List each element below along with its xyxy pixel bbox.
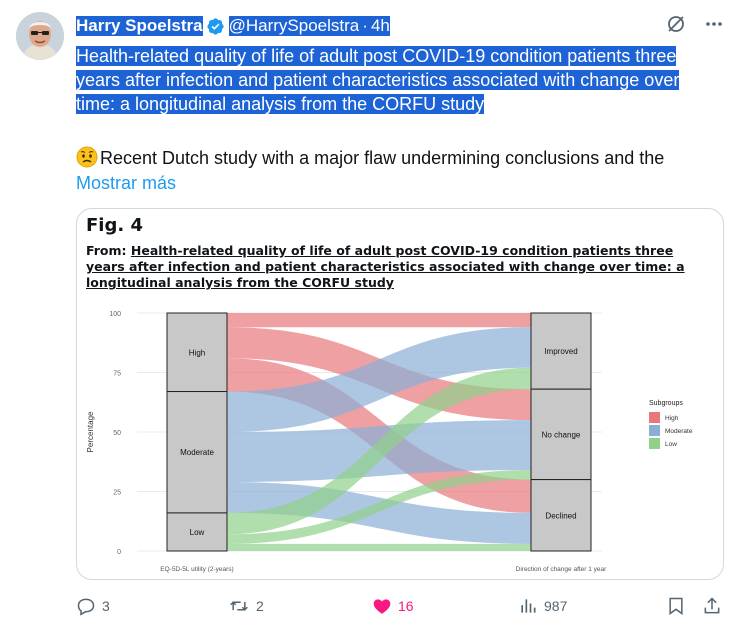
legend-swatch bbox=[649, 438, 660, 449]
y-axis-label: Percentage bbox=[86, 411, 95, 452]
legend-label: Moderate bbox=[665, 428, 693, 435]
left-stratum-label: High bbox=[189, 348, 205, 357]
y-tick-label: 100 bbox=[109, 311, 121, 318]
views-button[interactable]: 987 bbox=[518, 596, 567, 616]
show-more-link[interactable]: Mostrar más bbox=[76, 171, 176, 195]
tweet-title-text: Health-related quality of life of adult … bbox=[76, 46, 680, 114]
y-tick-label: 0 bbox=[117, 549, 121, 556]
verified-badge-icon bbox=[206, 17, 225, 36]
share-icon bbox=[704, 597, 720, 614]
like-button[interactable]: 16 bbox=[372, 596, 414, 616]
alluvial-chart: 100 75 50 25 0 Percentage High Moderate Low Impro… bbox=[86, 311, 693, 573]
x-right-label: Direction of change after 1 year bbox=[516, 566, 608, 573]
figure-label: Fig. 4 bbox=[86, 215, 143, 236]
right-stratum-label: No change bbox=[542, 430, 581, 439]
figure-card[interactable]: Fig. 4 From: Health-related quality of l… bbox=[76, 208, 724, 580]
reply-button[interactable]: 3 bbox=[76, 596, 110, 616]
right-stratum-label: Declined bbox=[545, 511, 576, 520]
y-tick-label: 25 bbox=[113, 490, 121, 497]
retweet-count: 2 bbox=[256, 598, 264, 614]
worried-face-emoji bbox=[76, 146, 98, 168]
more-icon[interactable] bbox=[704, 14, 724, 39]
reply-count: 3 bbox=[102, 598, 110, 614]
tweet-body: Recent Dutch study with a major flaw und… bbox=[100, 148, 665, 168]
left-stratum-label: Moderate bbox=[180, 448, 214, 457]
reply-icon bbox=[77, 598, 95, 616]
separator-dot: · bbox=[359, 16, 371, 36]
tweet-header: Harry Spoelstra @HarrySpoelstra · 4h bbox=[76, 14, 390, 38]
bookmark-button[interactable] bbox=[666, 596, 686, 616]
legend-swatch bbox=[649, 425, 660, 436]
tweet-actions: 3 2 16 987 bbox=[76, 596, 724, 620]
legend-swatch bbox=[649, 412, 660, 423]
grok-icon[interactable] bbox=[666, 14, 686, 39]
legend-label: High bbox=[665, 415, 679, 422]
retweet-button[interactable]: 2 bbox=[228, 596, 264, 616]
figure-title: From: Health-related quality of life of … bbox=[86, 243, 685, 290]
x-left-label: EQ-5D-5L utility (2-years) bbox=[160, 566, 233, 573]
timestamp[interactable]: 4h bbox=[370, 16, 390, 36]
views-icon bbox=[521, 599, 536, 613]
share-button[interactable] bbox=[702, 596, 722, 616]
flow-band bbox=[227, 543, 531, 551]
legend-label: Low bbox=[665, 441, 677, 448]
y-tick-label: 75 bbox=[113, 371, 121, 378]
y-tick-label: 50 bbox=[113, 430, 121, 437]
tweet-body-text: Recent Dutch study with a major flaw und… bbox=[76, 146, 664, 170]
right-stratum-label: Improved bbox=[544, 347, 577, 356]
legend-title: Subgroups bbox=[649, 400, 683, 407]
like-count: 16 bbox=[398, 598, 414, 614]
author-name[interactable]: Harry Spoelstra bbox=[76, 16, 203, 36]
views-count: 987 bbox=[544, 598, 568, 614]
flow-band bbox=[227, 313, 531, 328]
top-actions bbox=[666, 14, 724, 39]
retweet-icon bbox=[230, 601, 248, 611]
like-icon bbox=[373, 599, 391, 614]
left-stratum-label: Low bbox=[190, 528, 205, 537]
avatar[interactable] bbox=[16, 12, 64, 60]
author-handle[interactable]: @HarrySpoelstra bbox=[228, 16, 360, 36]
bookmark-icon bbox=[669, 597, 683, 615]
